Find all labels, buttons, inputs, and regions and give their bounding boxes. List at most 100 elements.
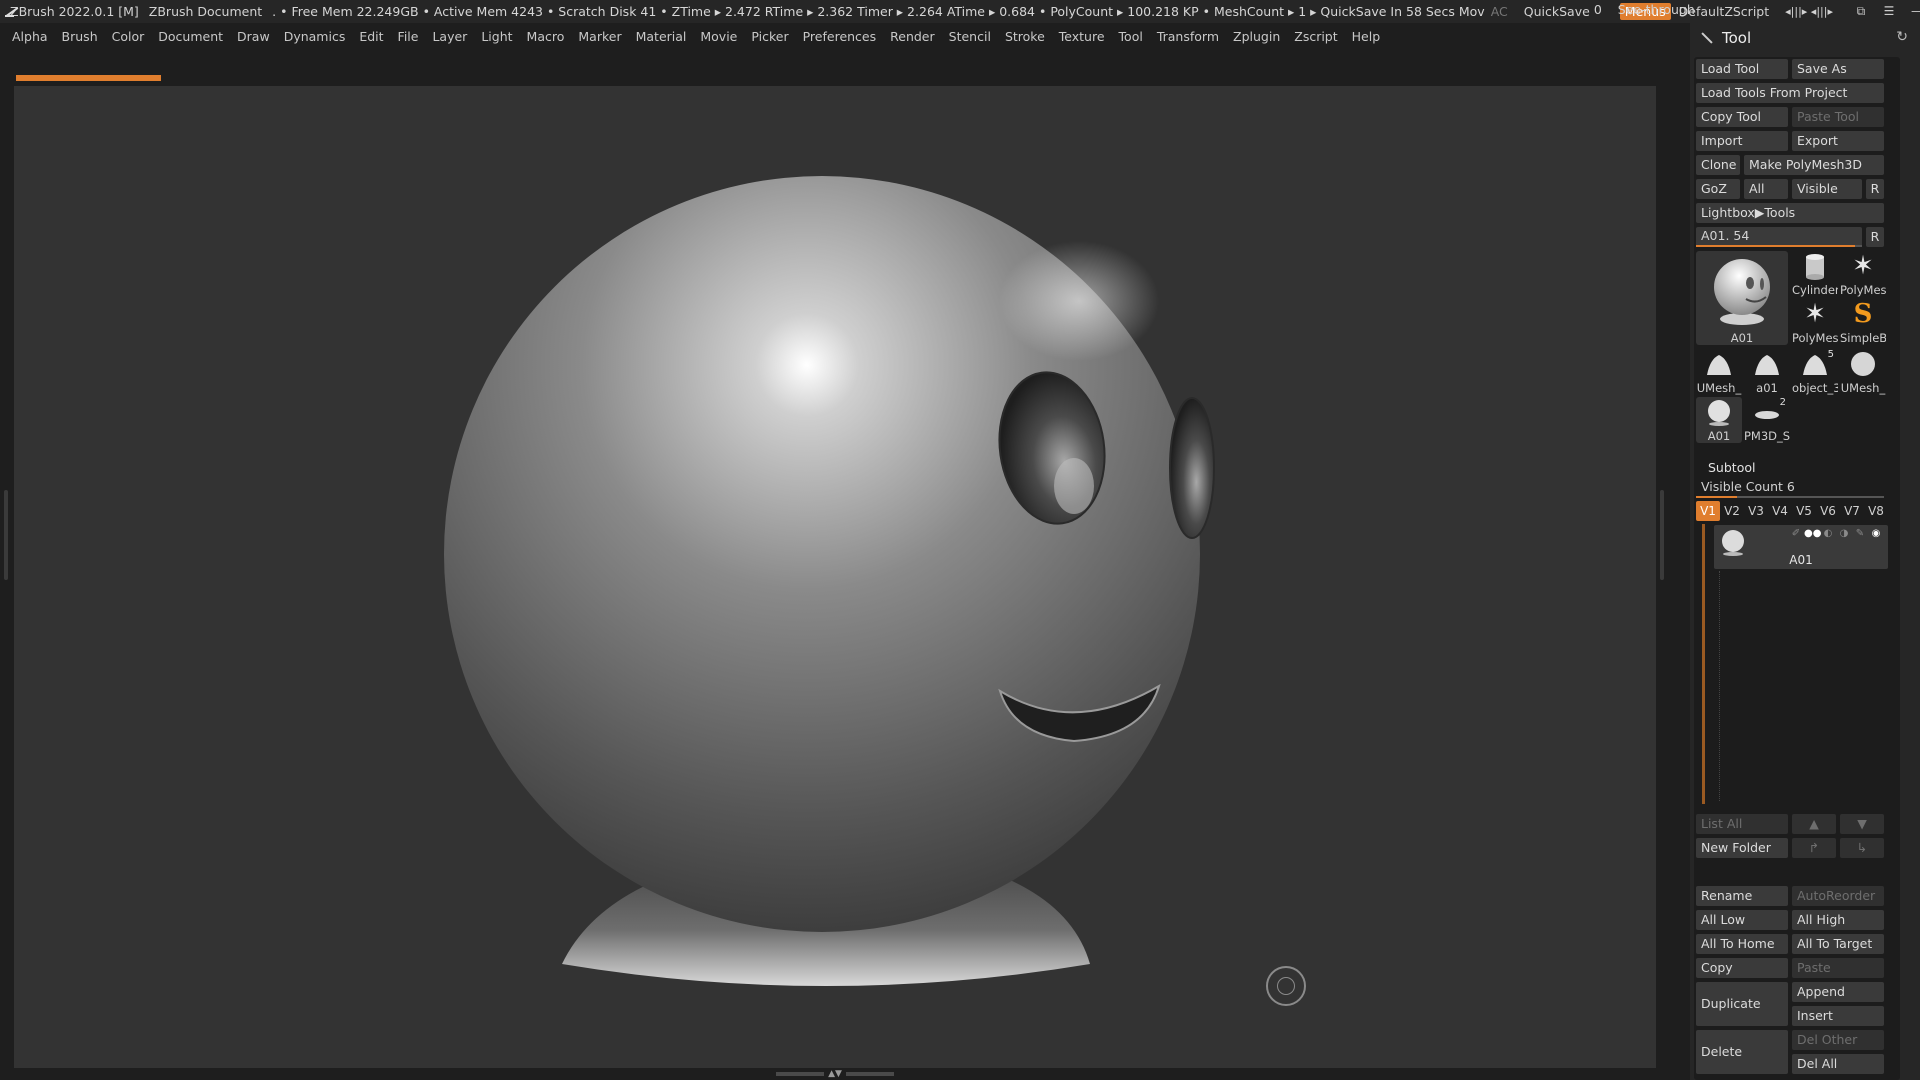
left-tray-handle[interactable] (4, 490, 8, 580)
canvas-viewport[interactable] (14, 86, 1656, 1068)
menu-edit[interactable]: Edit (359, 29, 383, 44)
menu-layer[interactable]: Layer (432, 29, 467, 44)
bottom-tray-handle[interactable]: ▲▼ (770, 1070, 900, 1079)
menu-icon[interactable]: ☰ (1875, 4, 1903, 19)
menu-transform[interactable]: Transform (1157, 29, 1219, 44)
menu-texture[interactable]: Texture (1059, 29, 1105, 44)
menu-brush[interactable]: Brush (62, 29, 98, 44)
subtool-solo-icon[interactable]: ◑ (1836, 528, 1852, 540)
version-v8[interactable]: V8 (1864, 501, 1888, 521)
load-tool-button[interactable]: Load Tool (1696, 59, 1788, 79)
delete-button[interactable]: Delete (1696, 1030, 1788, 1074)
paste-tool-button[interactable]: Paste Tool (1792, 107, 1884, 127)
tool-thumb-pm3d[interactable]: 2 PM3D_S (1744, 397, 1790, 443)
all-to-home-button[interactable]: All To Home (1696, 934, 1788, 954)
tool-thumb-polymesh-1[interactable]: ✶ PolyMes (1840, 251, 1886, 297)
goz-button[interactable]: GoZ (1696, 179, 1740, 199)
menu-document[interactable]: Document (158, 29, 223, 44)
menu-zplugin[interactable]: Zplugin (1233, 29, 1280, 44)
tool-thumb-umesh-1[interactable]: UMesh_ (1696, 349, 1742, 395)
tool-thumb-object-3[interactable]: 5 object_3 (1792, 349, 1838, 395)
layout-icon[interactable]: ⧉ (1847, 4, 1875, 19)
quicksave-button[interactable]: QuickSave (1524, 4, 1590, 19)
tool-panel-header[interactable]: Tool ↻ (1690, 23, 1920, 53)
subtool-dynamic-icon[interactable]: ◐ (1820, 528, 1836, 540)
del-all-button[interactable]: Del All (1792, 1054, 1884, 1074)
copy-subtool-button[interactable]: Copy (1696, 958, 1788, 978)
goz-all-button[interactable]: All (1744, 179, 1788, 199)
interface-arrows-icon[interactable]: ◂|||▸ ◂|||▸ (1785, 5, 1833, 18)
folder-arrow-up-icon[interactable]: ↱ (1792, 838, 1836, 858)
import-button[interactable]: Import (1696, 131, 1788, 151)
menu-file[interactable]: File (398, 29, 419, 44)
version-v2[interactable]: V2 (1720, 501, 1744, 521)
append-button[interactable]: Append (1792, 982, 1884, 1002)
goz-r-button[interactable]: R (1866, 179, 1884, 199)
menu-stroke[interactable]: Stroke (1005, 29, 1045, 44)
version-v6[interactable]: V6 (1816, 501, 1840, 521)
lightbox-tools-button[interactable]: Lightbox▶Tools (1696, 203, 1884, 223)
menu-alpha[interactable]: Alpha (12, 29, 48, 44)
subtool-title[interactable]: Subtool (1708, 460, 1755, 475)
load-tools-from-project-button[interactable]: Load Tools From Project (1696, 83, 1884, 103)
del-other-button[interactable]: Del Other (1792, 1030, 1884, 1050)
menu-color[interactable]: Color (112, 29, 145, 44)
clone-button[interactable]: Clone (1696, 155, 1740, 175)
make-polymesh3d-button[interactable]: Make PolyMesh3D (1744, 155, 1884, 175)
save-as-button[interactable]: Save As (1792, 59, 1884, 79)
all-high-button[interactable]: All High (1792, 910, 1884, 930)
copy-tool-button[interactable]: Copy Tool (1696, 107, 1788, 127)
tool-thumb-simplebrush[interactable]: S SimpleB (1840, 299, 1886, 345)
all-to-target-button[interactable]: All To Target (1792, 934, 1884, 954)
tool-thumb-a01-small[interactable]: A01 (1696, 397, 1742, 443)
subtool-pencil-icon[interactable]: ✎ (1852, 528, 1868, 540)
right-tray-handle[interactable] (1660, 490, 1664, 580)
menu-draw[interactable]: Draw (237, 29, 270, 44)
version-v5[interactable]: V5 (1792, 501, 1816, 521)
current-tool-slider[interactable]: A01. 54 (1696, 227, 1862, 247)
subtool-item-a01[interactable]: ✐ ●● ◐ ◑ ✎ ◉ A01 (1714, 525, 1888, 569)
menu-zscript[interactable]: Zscript (1294, 29, 1337, 44)
move-up-icon[interactable]: ▲ (1792, 814, 1836, 834)
insert-button[interactable]: Insert (1792, 1006, 1884, 1026)
menu-help[interactable]: Help (1352, 29, 1381, 44)
refresh-icon[interactable]: ↻ (1896, 29, 1908, 45)
tool-thumb-polymesh-2[interactable]: ✶ PolyMes (1792, 299, 1838, 345)
menu-macro[interactable]: Macro (527, 29, 565, 44)
tool-thumb-cylinder[interactable]: Cylinder (1792, 251, 1838, 297)
goz-visible-button[interactable]: Visible (1792, 179, 1862, 199)
visible-count-slider[interactable]: Visible Count 6 (1696, 478, 1884, 498)
version-v1[interactable]: V1 (1696, 501, 1720, 521)
menu-light[interactable]: Light (481, 29, 512, 44)
menu-render[interactable]: Render (890, 29, 935, 44)
tool-thumb-umesh-2[interactable]: UMesh_ (1840, 349, 1886, 395)
version-v3[interactable]: V3 (1744, 501, 1768, 521)
tool-thumb-a01[interactable]: A01 (1696, 251, 1788, 345)
version-v7[interactable]: V7 (1840, 501, 1864, 521)
version-v4[interactable]: V4 (1768, 501, 1792, 521)
all-low-button[interactable]: All Low (1696, 910, 1788, 930)
menu-material[interactable]: Material (636, 29, 687, 44)
paste-subtool-button[interactable]: Paste (1792, 958, 1884, 978)
subtool-visibility-eye-icon[interactable]: ◉ (1868, 528, 1884, 540)
menu-stencil[interactable]: Stencil (949, 29, 991, 44)
folder-arrow-down-icon[interactable]: ↳ (1840, 838, 1884, 858)
subtool-polypaint-icon[interactable]: ●● (1804, 528, 1821, 540)
current-tool-r-button[interactable]: R (1866, 227, 1884, 247)
menu-picker[interactable]: Picker (751, 29, 788, 44)
subtool-brush-icon[interactable]: ✐ (1788, 528, 1804, 540)
menu-movie[interactable]: Movie (700, 29, 737, 44)
auto-reorder-button[interactable]: AutoReorder (1792, 886, 1884, 906)
minimize-icon[interactable]: — (1903, 4, 1920, 19)
list-all-button[interactable]: List All (1696, 814, 1788, 834)
menu-dynamics[interactable]: Dynamics (284, 29, 346, 44)
menu-marker[interactable]: Marker (578, 29, 621, 44)
move-down-icon[interactable]: ▼ (1840, 814, 1884, 834)
export-button[interactable]: Export (1792, 131, 1884, 151)
menu-preferences[interactable]: Preferences (803, 29, 877, 44)
duplicate-button[interactable]: Duplicate (1696, 982, 1788, 1026)
menu-tool[interactable]: Tool (1119, 29, 1143, 44)
new-folder-button[interactable]: New Folder (1696, 838, 1788, 858)
tool-thumb-a01-lower[interactable]: a01 (1744, 349, 1790, 395)
rename-button[interactable]: Rename (1696, 886, 1788, 906)
